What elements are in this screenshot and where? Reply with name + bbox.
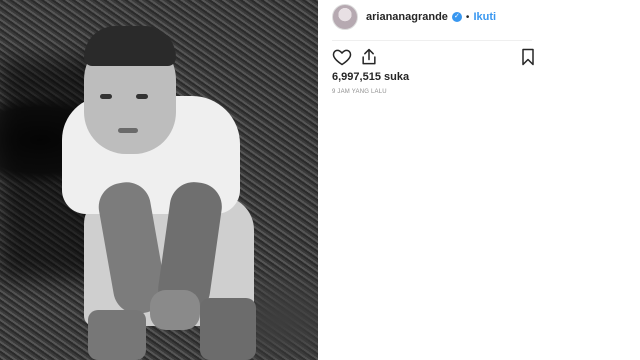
separator-dot: • <box>465 11 470 23</box>
post-side-panel: ariananagrande ✓ • Ikuti 6,997,515 suka … <box>318 0 640 360</box>
bookmark-icon[interactable] <box>518 47 538 67</box>
follow-button[interactable]: Ikuti <box>473 11 496 23</box>
post-header: ariananagrande ✓ • Ikuti <box>332 0 550 34</box>
post-timestamp[interactable]: 9 JAM YANG LALU <box>332 89 387 95</box>
post-actions <box>332 47 550 69</box>
share-icon[interactable] <box>359 47 379 67</box>
avatar[interactable] <box>332 4 358 30</box>
post-photo[interactable] <box>0 0 318 360</box>
verified-badge-icon: ✓ <box>451 12 462 22</box>
likes-count[interactable]: 6,997,515 suka <box>332 71 409 83</box>
heart-icon[interactable] <box>332 47 352 67</box>
divider <box>332 40 532 41</box>
username-link[interactable]: ariananagrande <box>366 11 448 23</box>
